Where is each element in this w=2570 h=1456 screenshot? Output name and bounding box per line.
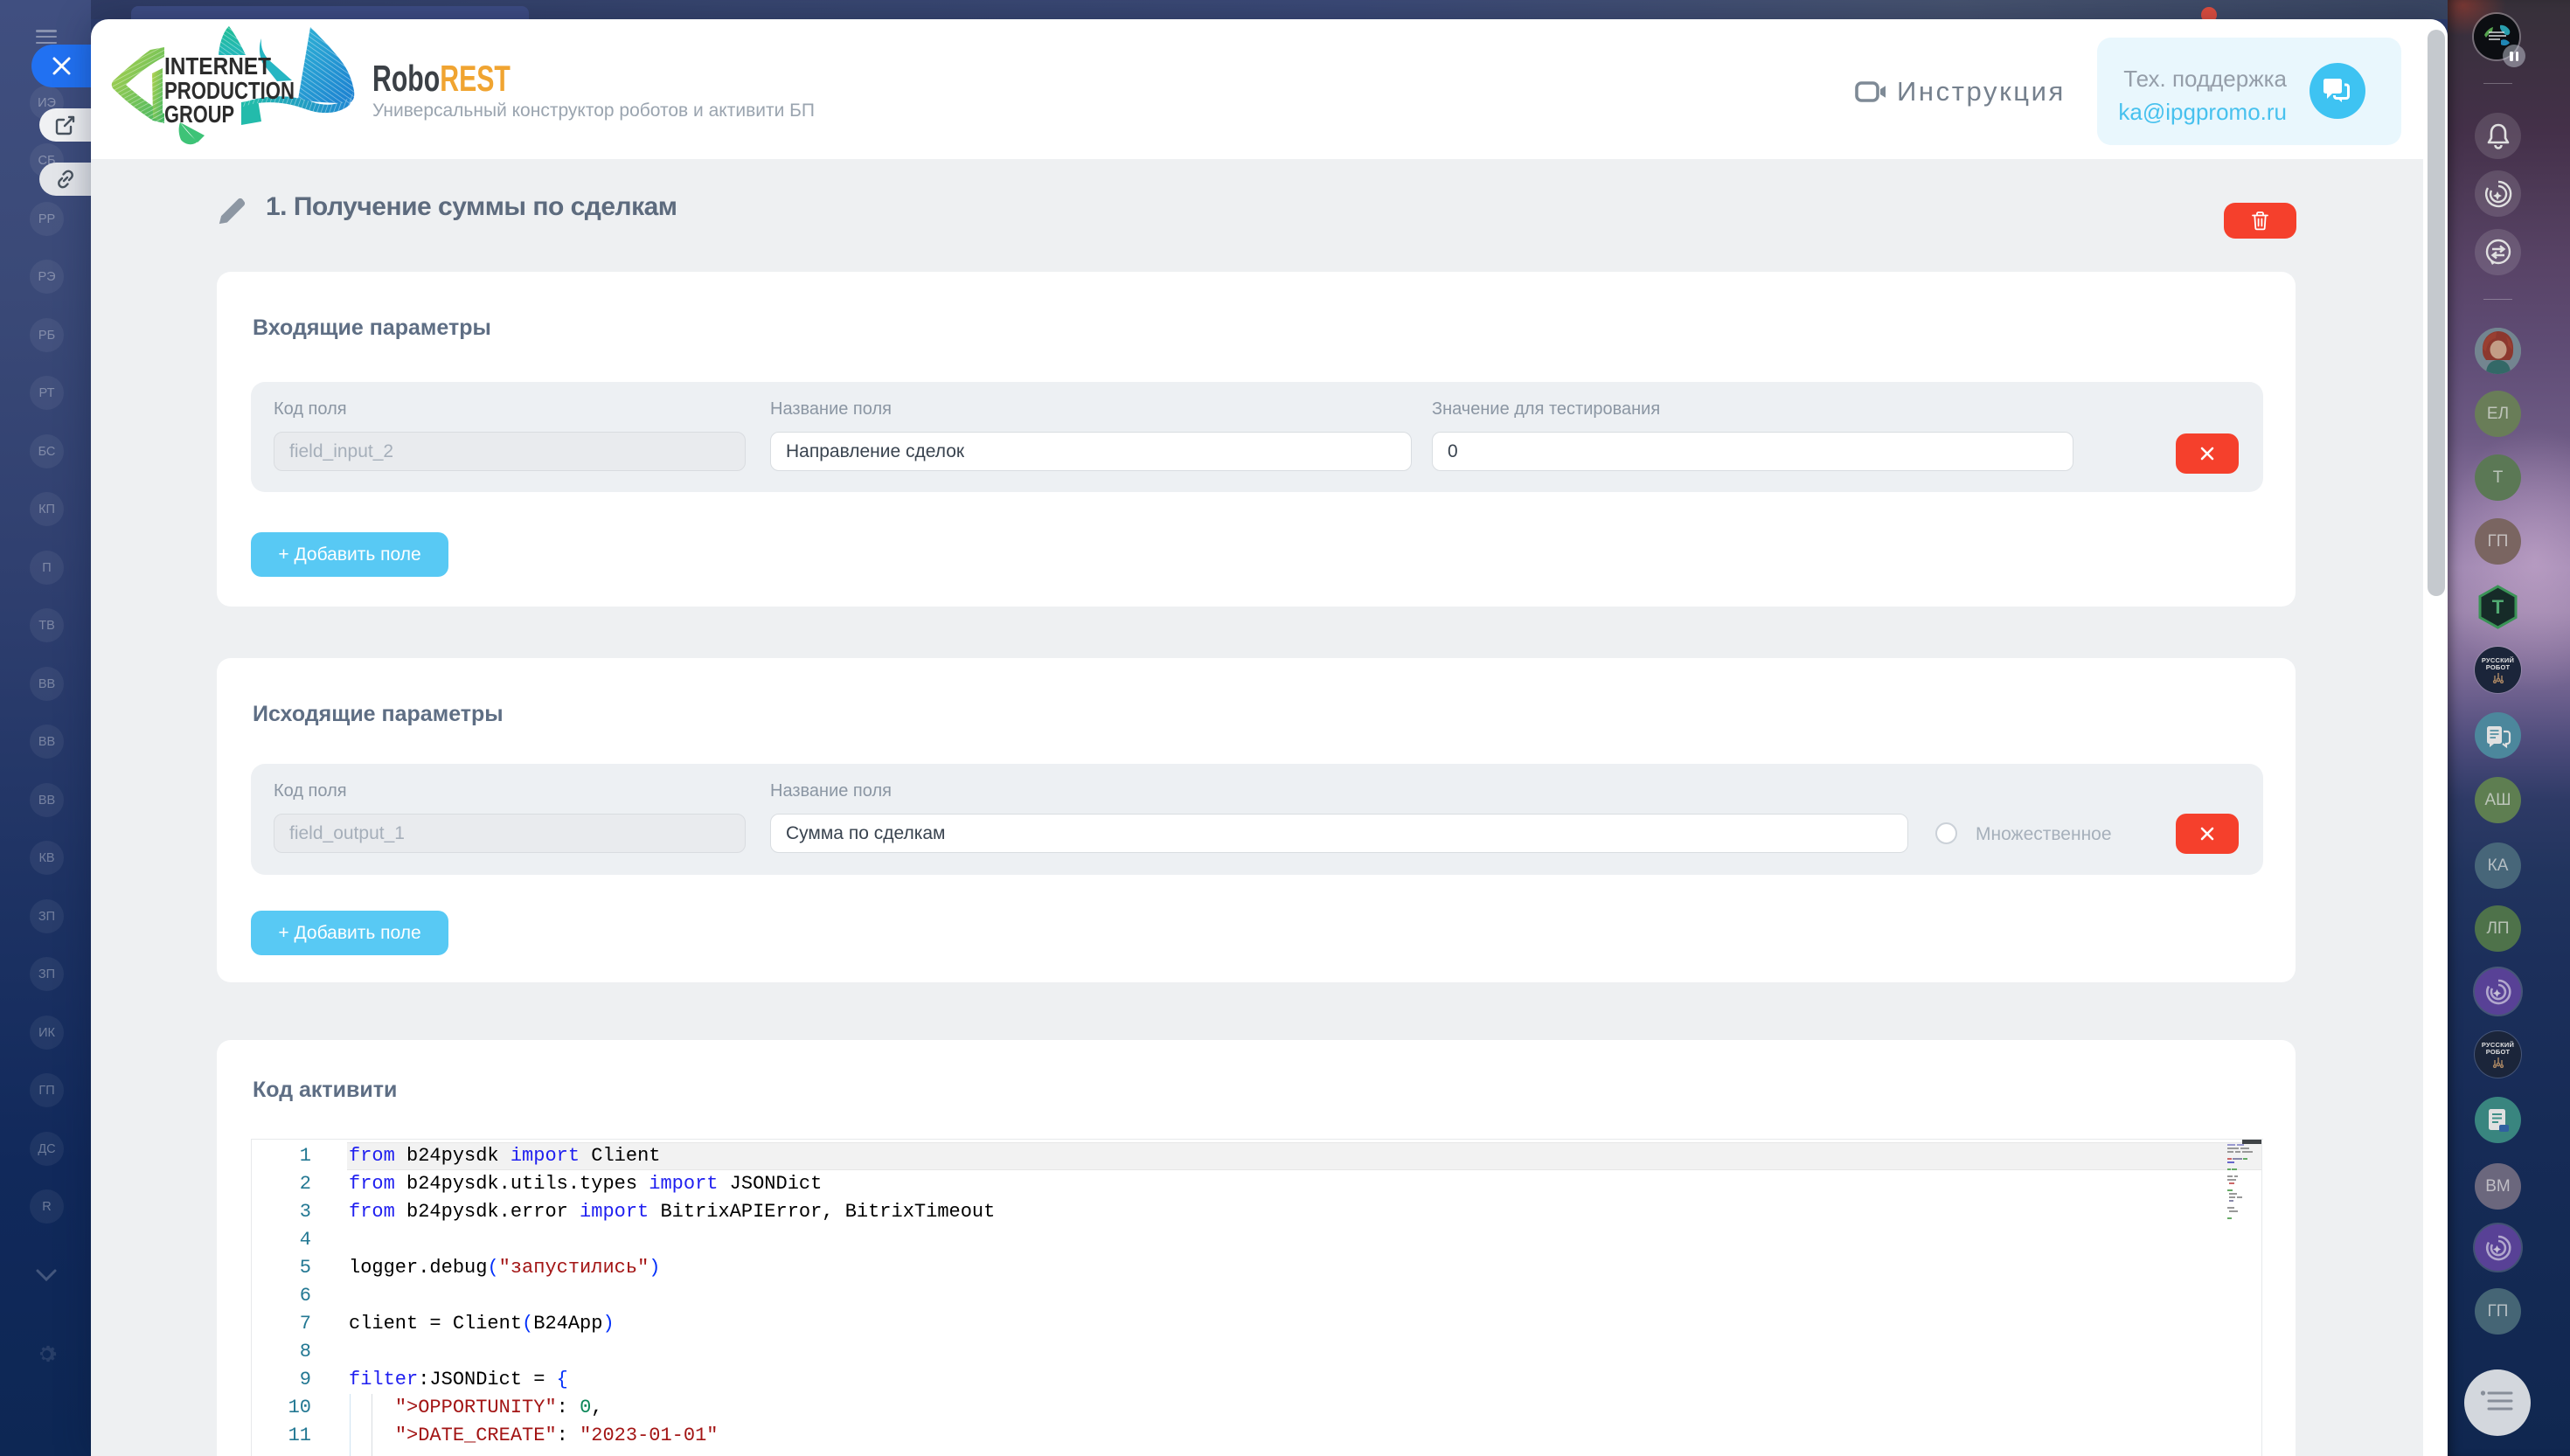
svg-text:T: T xyxy=(2492,596,2504,618)
svg-text:GROUP: GROUP xyxy=(164,101,234,128)
svg-text:INTERNET: INTERNET xyxy=(164,52,271,80)
